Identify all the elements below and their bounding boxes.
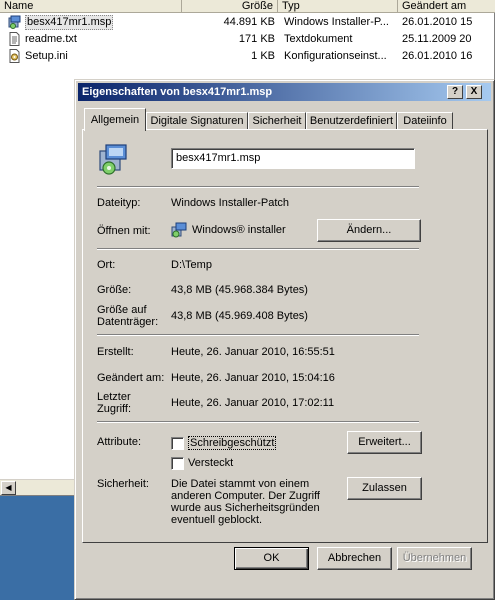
file-type: Textdokument bbox=[284, 33, 353, 45]
hidden-checkbox[interactable] bbox=[171, 456, 184, 470]
dialog-titlebar[interactable]: Eigenschaften von besx417mr1.msp ? X bbox=[78, 83, 491, 101]
file-date: 26.01.2010 16 bbox=[402, 50, 473, 62]
ok-button[interactable]: OK bbox=[234, 547, 309, 570]
created-label: Erstellt: bbox=[97, 346, 134, 358]
accessed-label: Letzter Zugriff: bbox=[97, 391, 131, 415]
security-text-line: eventuell geblockt. bbox=[171, 514, 263, 526]
properties-dialog: Eigenschaften von besx417mr1.msp ? X All… bbox=[74, 79, 495, 600]
dialog-title: Eigenschaften von besx417mr1.msp bbox=[82, 86, 273, 98]
close-button[interactable]: X bbox=[466, 85, 482, 99]
size-label: Größe: bbox=[97, 284, 132, 296]
separator bbox=[97, 421, 419, 423]
hidden-checkbox-row[interactable]: Versteckt bbox=[171, 456, 233, 470]
file-row[interactable]: readme.txt 171 KB Textdokument 25.11.200… bbox=[0, 31, 495, 47]
security-text-line: Die Datei stammt von einem bbox=[171, 478, 310, 490]
size-on-disk-value: 43,8 MB (45.969.408 Bytes) bbox=[171, 310, 308, 322]
file-row[interactable]: Setup.ini 1 KB Konfigurationseinst... 26… bbox=[0, 48, 495, 64]
help-button[interactable]: ? bbox=[447, 85, 463, 99]
separator bbox=[97, 334, 419, 336]
file-name: readme.txt bbox=[25, 33, 77, 45]
security-text-line: wurde aus Sicherheitsgründen bbox=[171, 502, 320, 514]
tab-sicherheit[interactable]: Sicherheit bbox=[248, 112, 306, 130]
tab-digitale-signaturen[interactable]: Digitale Signaturen bbox=[146, 112, 248, 130]
cancel-button[interactable]: Abbrechen bbox=[317, 547, 392, 570]
horizontal-scrollbar[interactable]: ◀ bbox=[0, 479, 80, 495]
arrow-left-icon: ◀ bbox=[5, 483, 12, 492]
accessed-label-line2: Zugriff: bbox=[97, 403, 132, 415]
tab-dateiinfo[interactable]: Dateiinfo bbox=[397, 112, 453, 130]
file-size: 1 KB bbox=[251, 50, 275, 62]
opens-with-value: Windows® installer bbox=[171, 222, 286, 238]
size-on-disk-label-line2: Datenträger: bbox=[97, 316, 159, 328]
msi-package-icon bbox=[8, 15, 21, 29]
column-header-size[interactable]: Größe bbox=[182, 0, 278, 13]
opens-with-label: Öffnen mit: bbox=[97, 225, 151, 237]
column-header-name[interactable]: Name bbox=[0, 0, 182, 13]
file-row[interactable]: besx417mr1.msp 44.891 KB Windows Install… bbox=[0, 14, 495, 30]
column-header-date[interactable]: Geändert am bbox=[398, 0, 495, 13]
readonly-checkbox[interactable] bbox=[171, 436, 184, 450]
tab-strip: Allgemein Digitale Signaturen Sicherheit… bbox=[82, 108, 488, 131]
apply-button[interactable]: Übernehmen bbox=[397, 547, 472, 570]
tab-panel-allgemein: besx417mr1.msp Dateityp: Windows Install… bbox=[82, 129, 488, 543]
size-on-disk-label-line1: Größe auf bbox=[97, 304, 147, 316]
size-value: 43,8 MB (45.968.384 Bytes) bbox=[171, 284, 308, 296]
attributes-label: Attribute: bbox=[97, 436, 142, 448]
tab-benutzerdefiniert[interactable]: Benutzerdefiniert bbox=[306, 112, 397, 130]
security-text: Die Datei stammt von einem anderen Compu… bbox=[171, 478, 320, 526]
security-text-line: anderen Computer. Der Zugriff bbox=[171, 490, 320, 502]
hidden-label: Versteckt bbox=[188, 457, 234, 469]
accessed-label-line1: Letzter bbox=[97, 391, 131, 403]
file-type: Konfigurationseinst... bbox=[284, 50, 387, 62]
column-header-type[interactable]: Typ bbox=[278, 0, 398, 13]
settings-file-icon bbox=[8, 49, 21, 63]
file-size: 171 KB bbox=[238, 33, 275, 45]
file-date: 26.01.2010 15 bbox=[402, 16, 473, 28]
advanced-button[interactable]: Erweitert... bbox=[347, 431, 422, 454]
location-value: D:\Temp bbox=[171, 259, 212, 271]
accessed-value: Heute, 26. Januar 2010, 17:02:11 bbox=[171, 397, 335, 409]
text-document-icon bbox=[8, 32, 21, 46]
file-type: Windows Installer-P... bbox=[284, 16, 389, 28]
change-button[interactable]: Ändern... bbox=[317, 219, 421, 242]
readonly-label: Schreibgeschützt bbox=[188, 436, 277, 450]
opens-with-app: Windows® installer bbox=[192, 224, 286, 236]
file-name: besx417mr1.msp bbox=[25, 14, 114, 30]
readonly-checkbox-row[interactable]: Schreibgeschützt bbox=[171, 436, 277, 450]
windows-installer-icon bbox=[171, 222, 187, 238]
filetype-value: Windows Installer-Patch bbox=[171, 197, 289, 209]
modified-value: Heute, 26. Januar 2010, 15:04:16 bbox=[171, 372, 335, 384]
unblock-button[interactable]: Zulassen bbox=[347, 477, 422, 500]
msi-package-icon bbox=[97, 142, 131, 176]
scroll-left-button[interactable]: ◀ bbox=[1, 481, 16, 495]
column-header-bar: Name Größe Typ Geändert am bbox=[0, 0, 495, 13]
file-date: 25.11.2009 20 bbox=[402, 33, 472, 45]
created-value: Heute, 26. Januar 2010, 16:55:51 bbox=[171, 346, 335, 358]
help-icon: ? bbox=[451, 86, 459, 97]
modified-label: Geändert am: bbox=[97, 372, 165, 384]
security-label: Sicherheit: bbox=[97, 478, 149, 490]
size-on-disk-label: Größe auf Datenträger: bbox=[97, 304, 158, 328]
file-size: 44.891 KB bbox=[223, 16, 275, 28]
close-icon: X bbox=[470, 86, 478, 97]
filetype-label: Dateityp: bbox=[97, 197, 141, 209]
location-label: Ort: bbox=[97, 259, 116, 271]
file-name: Setup.ini bbox=[25, 50, 68, 62]
separator bbox=[97, 186, 419, 188]
separator bbox=[97, 248, 419, 250]
tab-allgemein[interactable]: Allgemein bbox=[84, 108, 146, 131]
filename-input[interactable]: besx417mr1.msp bbox=[171, 148, 415, 169]
